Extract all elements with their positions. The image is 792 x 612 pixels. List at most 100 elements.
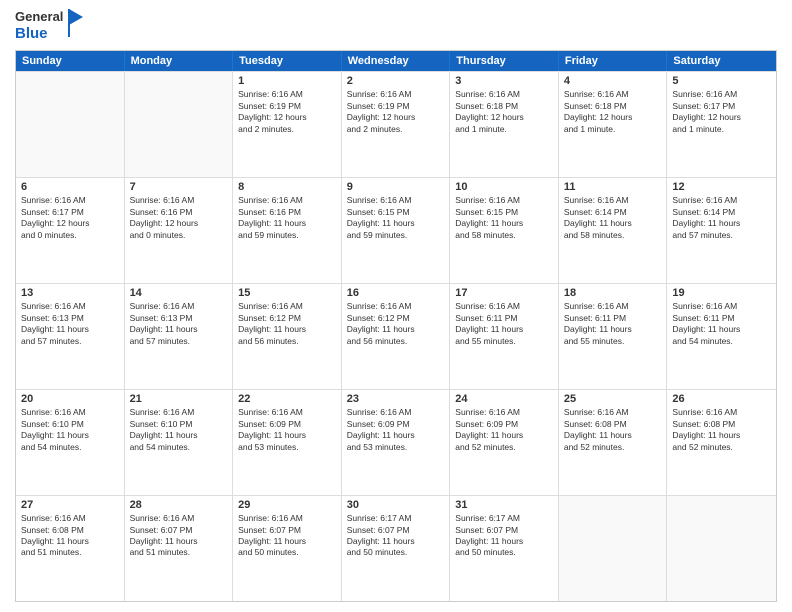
cal-header-day: Sunday (16, 51, 125, 71)
cal-header-day: Monday (125, 51, 234, 71)
day-info: Sunrise: 6:16 AMSunset: 6:09 PMDaylight:… (238, 407, 336, 453)
cal-header-day: Wednesday (342, 51, 451, 71)
cal-week-row: 1Sunrise: 6:16 AMSunset: 6:19 PMDaylight… (16, 71, 776, 177)
logo-general: General (15, 10, 63, 25)
cal-cell: 17Sunrise: 6:16 AMSunset: 6:11 PMDayligh… (450, 284, 559, 389)
day-number: 1 (238, 75, 336, 87)
day-number: 10 (455, 181, 553, 193)
cal-cell: 29 Sunrise: 6:16 AMSunset: 6:07 PMDayligh… (233, 496, 342, 601)
cal-cell: 31 Sunrise: 6:17 AMSunset: 6:07 PMDayligh… (450, 496, 559, 601)
cal-header-day: Friday (559, 51, 668, 71)
day-info: Sunrise: 6:16 AMSunset: 6:16 PMDaylight:… (238, 195, 336, 241)
day-number: 30 (347, 499, 445, 511)
cal-cell: 26 Sunrise: 6:16 AMSunset: 6:08 PMDayligh… (667, 390, 776, 495)
cal-cell: 28Sunrise: 6:16 AMSunset: 6:07 PMDayligh… (125, 496, 234, 601)
day-number: 3 (455, 75, 553, 87)
cal-cell: 22 Sunrise: 6:16 AMSunset: 6:09 PMDayligh… (233, 390, 342, 495)
day-number: 29 (238, 499, 336, 511)
day-info: Sunrise: 6:16 AMSunset: 6:08 PMDaylight:… (564, 407, 662, 453)
calendar-body: 1Sunrise: 6:16 AMSunset: 6:19 PMDaylight… (16, 71, 776, 601)
cal-cell: 3 Sunrise: 6:16 AMSunset: 6:18 PMDaylight… (450, 72, 559, 177)
cal-cell: 27Sunrise: 6:16 AMSunset: 6:08 PMDayligh… (16, 496, 125, 601)
day-info: Sunrise: 6:17 AMSunset: 6:07 PMDaylight:… (455, 513, 553, 559)
day-number: 18 (564, 287, 662, 299)
day-number: 2 (347, 75, 445, 87)
calendar-header: SundayMondayTuesdayWednesdayThursdayFrid… (16, 51, 776, 71)
cal-cell: 5 Sunrise: 6:16 AMSunset: 6:17 PMDaylight… (667, 72, 776, 177)
cal-cell: 24 Sunrise: 6:16 AMSunset: 6:09 PMDayligh… (450, 390, 559, 495)
day-info: Sunrise: 6:16 AMSunset: 6:11 PMDaylight:… (564, 301, 662, 347)
cal-cell: 2Sunrise: 6:16 AMSunset: 6:19 PMDaylight… (342, 72, 451, 177)
cal-cell: 9 Sunrise: 6:16 AMSunset: 6:15 PMDaylight… (342, 178, 451, 283)
cal-cell: 23 Sunrise: 6:16 AMSunset: 6:09 PMDayligh… (342, 390, 451, 495)
logo: General Blue (15, 10, 85, 42)
day-number: 23 (347, 393, 445, 405)
day-number: 21 (130, 393, 228, 405)
cal-week-row: 13 Sunrise: 6:16 AMSunset: 6:13 PMDayligh… (16, 283, 776, 389)
cal-header-day: Saturday (667, 51, 776, 71)
day-number: 14 (130, 287, 228, 299)
logo-graphic: General Blue (15, 10, 85, 42)
cal-cell: 4 Sunrise: 6:16 AMSunset: 6:18 PMDaylight… (559, 72, 668, 177)
header: General Blue (15, 10, 777, 42)
day-info: Sunrise: 6:16 AMSunset: 6:18 PMDaylight:… (455, 89, 553, 135)
day-info: Sunrise: 6:16 AMSunset: 6:07 PMDaylight:… (130, 513, 228, 559)
day-number: 9 (347, 181, 445, 193)
day-info: Sunrise: 6:16 AMSunset: 6:12 PMDaylight:… (347, 301, 445, 347)
day-number: 15 (238, 287, 336, 299)
cal-header-day: Tuesday (233, 51, 342, 71)
cal-cell: 8 Sunrise: 6:16 AMSunset: 6:16 PMDaylight… (233, 178, 342, 283)
day-info: Sunrise: 6:16 AMSunset: 6:13 PMDaylight:… (21, 301, 119, 347)
day-number: 16 (347, 287, 445, 299)
cal-week-row: 20 Sunrise: 6:16 AMSunset: 6:10 PMDayligh… (16, 389, 776, 495)
cal-cell: 13 Sunrise: 6:16 AMSunset: 6:13 PMDayligh… (16, 284, 125, 389)
day-number: 25 (564, 393, 662, 405)
cal-cell (125, 72, 234, 177)
cal-cell: 21 Sunrise: 6:16 AMSunset: 6:10 PMDayligh… (125, 390, 234, 495)
cal-cell (16, 72, 125, 177)
logo-flag-icon (65, 9, 85, 39)
day-number: 4 (564, 75, 662, 87)
day-info: Sunrise: 6:16 AMSunset: 6:10 PMDaylight:… (21, 407, 119, 453)
day-info: Sunrise: 6:16 AMSunset: 6:15 PMDaylight:… (347, 195, 445, 241)
day-info: Sunrise: 6:16 AMSunset: 6:13 PMDaylight:… (130, 301, 228, 347)
day-info: Sunrise: 6:16 AMSunset: 6:08 PMDaylight:… (672, 407, 771, 453)
day-number: 17 (455, 287, 553, 299)
day-number: 13 (21, 287, 119, 299)
cal-cell (667, 496, 776, 601)
cal-cell: 14 Sunrise: 6:16 AMSunset: 6:13 PMDayligh… (125, 284, 234, 389)
cal-cell: 1Sunrise: 6:16 AMSunset: 6:19 PMDaylight… (233, 72, 342, 177)
day-info: Sunrise: 6:16 AMSunset: 6:15 PMDaylight:… (455, 195, 553, 241)
page: General Blue SundayMondayTuesdayWednesda… (0, 0, 792, 612)
day-info: Sunrise: 6:16 AMSunset: 6:12 PMDaylight:… (238, 301, 336, 347)
cal-week-row: 27Sunrise: 6:16 AMSunset: 6:08 PMDayligh… (16, 495, 776, 601)
logo-text: General Blue (15, 10, 63, 42)
cal-cell: 12Sunrise: 6:16 AMSunset: 6:14 PMDayligh… (667, 178, 776, 283)
day-info: Sunrise: 6:16 AMSunset: 6:09 PMDaylight:… (455, 407, 553, 453)
day-number: 5 (672, 75, 771, 87)
day-info: Sunrise: 6:16 AMSunset: 6:14 PMDaylight:… (672, 195, 771, 241)
cal-cell: 19Sunrise: 6:16 AMSunset: 6:11 PMDayligh… (667, 284, 776, 389)
cal-cell: 20 Sunrise: 6:16 AMSunset: 6:10 PMDayligh… (16, 390, 125, 495)
cal-cell: 10 Sunrise: 6:16 AMSunset: 6:15 PMDayligh… (450, 178, 559, 283)
cal-cell: 11Sunrise: 6:16 AMSunset: 6:14 PMDayligh… (559, 178, 668, 283)
day-info: Sunrise: 6:16 AMSunset: 6:14 PMDaylight:… (564, 195, 662, 241)
day-number: 20 (21, 393, 119, 405)
day-info: Sunrise: 6:16 AMSunset: 6:07 PMDaylight:… (238, 513, 336, 559)
day-info: Sunrise: 6:17 AMSunset: 6:07 PMDaylight:… (347, 513, 445, 559)
day-info: Sunrise: 6:16 AMSunset: 6:09 PMDaylight:… (347, 407, 445, 453)
day-number: 24 (455, 393, 553, 405)
day-info: Sunrise: 6:16 AMSunset: 6:10 PMDaylight:… (130, 407, 228, 453)
cal-cell: 30 Sunrise: 6:17 AMSunset: 6:07 PMDayligh… (342, 496, 451, 601)
day-number: 22 (238, 393, 336, 405)
day-number: 8 (238, 181, 336, 193)
day-number: 6 (21, 181, 119, 193)
day-info: Sunrise: 6:16 AMSunset: 6:18 PMDaylight:… (564, 89, 662, 135)
day-number: 26 (672, 393, 771, 405)
cal-cell: 16 Sunrise: 6:16 AMSunset: 6:12 PMDayligh… (342, 284, 451, 389)
day-info: Sunrise: 6:16 AMSunset: 6:11 PMDaylight:… (672, 301, 771, 347)
day-number: 31 (455, 499, 553, 511)
calendar: SundayMondayTuesdayWednesdayThursdayFrid… (15, 50, 777, 602)
day-info: Sunrise: 6:16 AMSunset: 6:17 PMDaylight:… (672, 89, 771, 135)
day-number: 27 (21, 499, 119, 511)
